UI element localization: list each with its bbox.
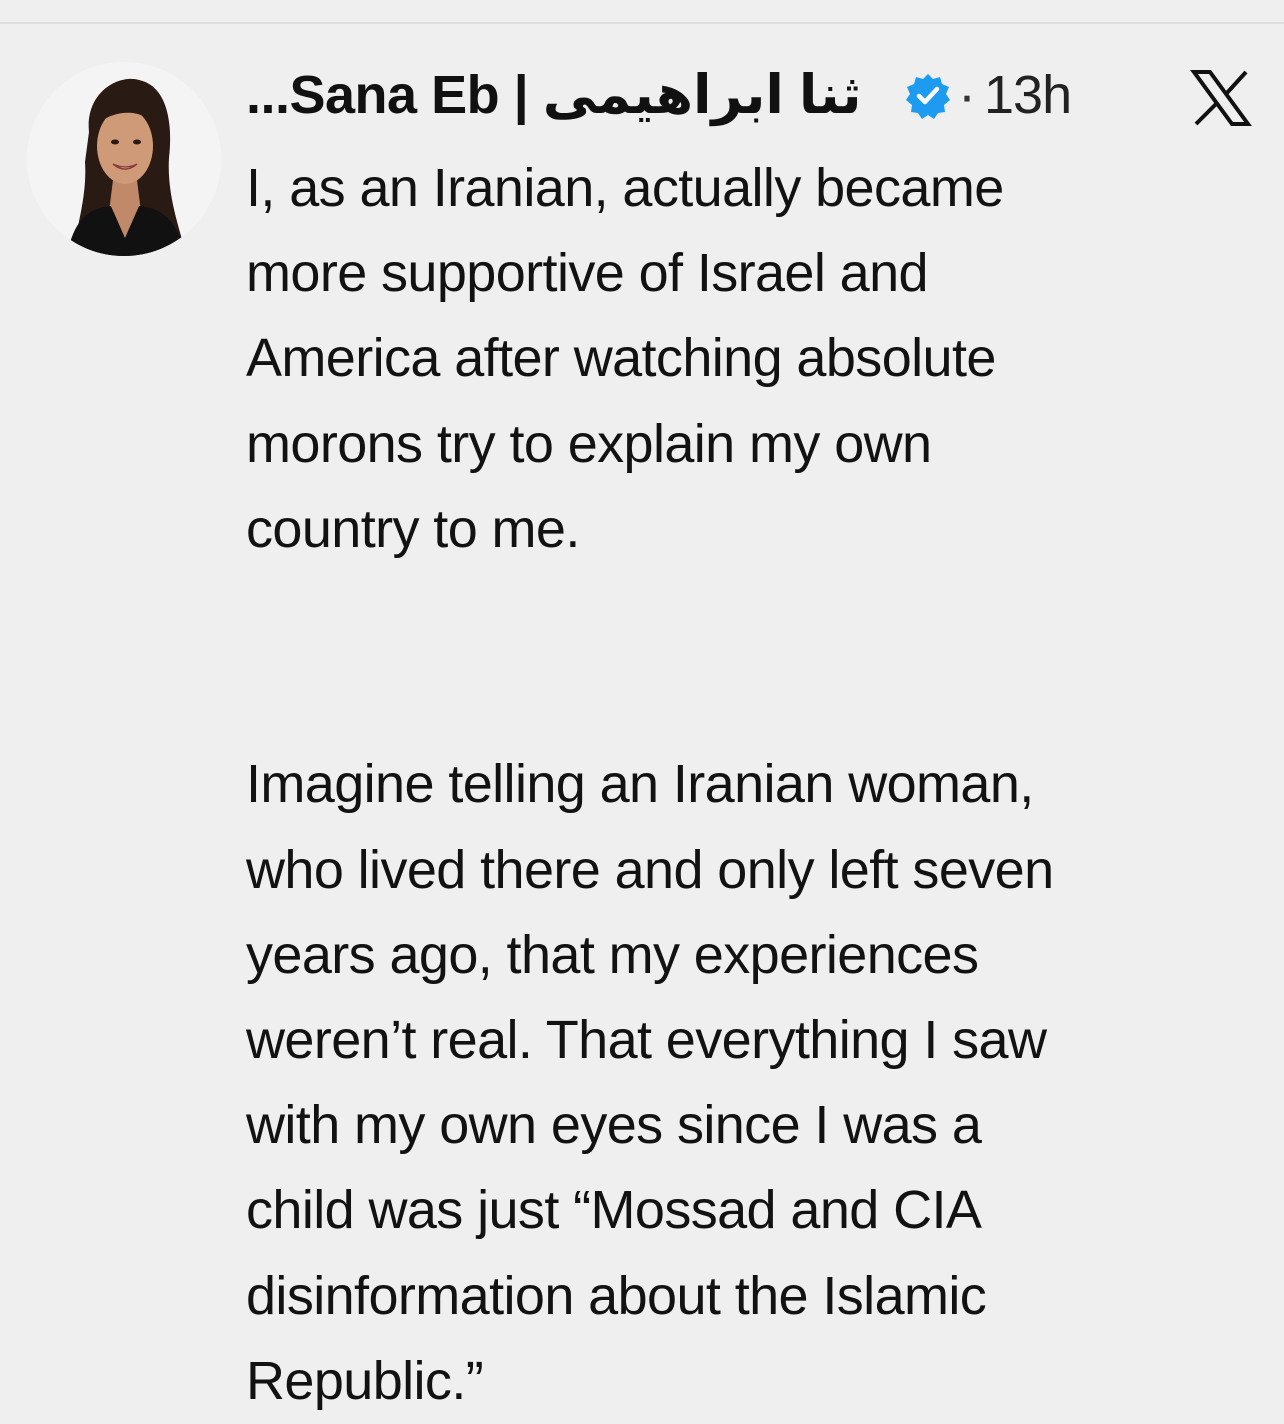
tweet-card[interactable]: ...Sana Eb | ثنا ابراهیمی · 13h I, as an… [0,24,1284,1411]
author-display-name[interactable]: ...Sana Eb | ثنا ابراهیمی [246,60,862,130]
tweet-paragraph-1: I, as an Iranian, actually became more s… [246,146,1256,572]
text-line: more supportive of Israel and [246,243,929,304]
tweet-text: I, as an Iranian, actually became more s… [246,146,1256,1424]
author-avatar[interactable] [27,62,221,256]
text-line: child was just “Mossad and CIA [246,1180,982,1241]
text-line: America after watching absolute [246,328,996,389]
header-separator: · [958,65,976,125]
x-logo-icon[interactable] [1190,70,1252,126]
text-line: Republic.” [246,1350,484,1411]
text-line: I, as an Iranian, actually became [246,158,1004,218]
text-line: morons try to explain my own [246,413,932,474]
text-line: country to me. [246,498,580,559]
verified-badge-icon [904,72,952,120]
text-line: disinformation about the Islamic [246,1265,987,1326]
text-line: who lived there and only left seven [246,839,1054,900]
profile-photo [27,62,221,256]
text-line: with my own eyes since I was a [246,1095,982,1156]
text-line: Imagine telling an Iranian woman, [246,754,1034,815]
tweet-header: ...Sana Eb | ثنا ابراهیمی · 13h [246,60,1276,130]
tweet-paragraph-2: Imagine telling an Iranian woman, who li… [246,742,1256,1424]
text-line: years ago, that my experiences [246,924,979,985]
text-line: weren’t real. That everything I saw [246,1010,1047,1071]
tweet-timestamp[interactable]: 13h [984,60,1072,130]
